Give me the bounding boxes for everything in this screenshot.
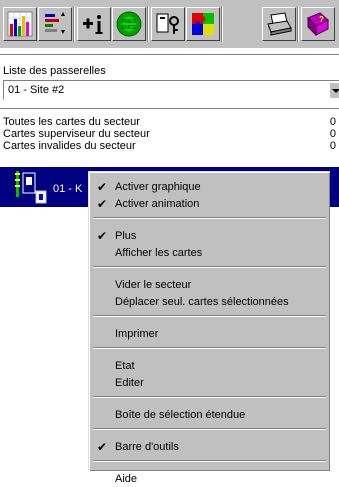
menu-item[interactable]: Editer: [89, 375, 330, 391]
menu-separator: [93, 266, 326, 268]
sort-list-icon[interactable]: [38, 7, 72, 41]
stat-label: Toutes les cartes du secteur: [3, 116, 140, 128]
menu-item-label: Plus: [115, 230, 137, 242]
check-icon: ✔: [97, 180, 108, 194]
menu-item[interactable]: Boîte de sélection étendue: [89, 407, 330, 423]
menu-separator: [93, 460, 326, 462]
gateway-select[interactable]: 01 - Site #2: [3, 80, 339, 100]
menu-item[interactable]: Aide: [89, 471, 330, 487]
menu-item-label: Imprimer: [115, 328, 159, 340]
stat-value: 0: [329, 140, 336, 152]
menu-item-label: Editer: [115, 377, 144, 389]
menu-item-label: Activer graphique: [115, 181, 201, 193]
menu-item[interactable]: ✔ Plus: [89, 228, 330, 244]
divider: [0, 108, 339, 109]
toolbar-separator: [297, 6, 299, 42]
menu-separator: [93, 347, 326, 349]
stat-row: Cartes invalides du secteur 0: [3, 140, 336, 152]
help-book-icon[interactable]: ?: [301, 7, 335, 41]
stat-value: 0: [329, 128, 336, 140]
menu-item-label: Etat: [115, 360, 135, 372]
menu-item[interactable]: ✔ Activer animation: [89, 196, 330, 212]
menu-item-label: Aide: [115, 473, 138, 485]
check-icon: ✔: [97, 229, 108, 243]
menu-item[interactable]: Imprimer: [89, 326, 330, 342]
bar-chart-icon[interactable]: [3, 7, 37, 41]
context-menu: ✔ Activer graphique ✔ Activer animation ✔ Plu…: [88, 171, 330, 485]
check-icon: ✔: [97, 440, 108, 454]
menu-separator: [93, 315, 326, 317]
menu-separator: [93, 428, 326, 430]
menu-item-label: Vider le secteur: [115, 279, 192, 291]
menu-separator: [93, 217, 326, 219]
menu-separator: [93, 396, 326, 398]
menu-item[interactable]: ✔ Activer graphique: [89, 179, 330, 195]
menu-item[interactable]: Vider le secteur: [89, 277, 330, 293]
stat-row: Toutes les cartes du secteur 0: [3, 116, 336, 128]
menu-item-label: Activer animation: [115, 198, 200, 210]
menu-item[interactable]: Afficher les cartes: [89, 245, 330, 261]
stat-label: Cartes superviseur du secteur: [3, 128, 150, 140]
gateway-select-value: 01 - Site #2: [8, 84, 65, 96]
svg-text:?: ?: [319, 15, 324, 24]
cards-key-icon[interactable]: [151, 7, 185, 41]
menu-item-label: Boîte de sélection étendue: [115, 409, 246, 421]
stat-row: Cartes superviseur du secteur 0: [3, 128, 336, 140]
globe-text-line2: ENCE: [121, 25, 137, 31]
toolbar-separator: [147, 6, 149, 42]
puzzle-map-icon[interactable]: [186, 7, 220, 41]
toolbar-separator: [73, 6, 75, 42]
divider: [0, 54, 339, 55]
printer-icon[interactable]: [262, 7, 296, 41]
chevron-down-icon[interactable]: [329, 82, 339, 98]
menu-item-label: Afficher les cartes: [115, 247, 203, 259]
menu-item[interactable]: ✔ Barre d'outils: [89, 439, 330, 455]
sector-label: 01 - K: [53, 183, 83, 195]
stat-value: 0: [329, 116, 336, 128]
presence-globe-icon[interactable]: PRES ENCE: [112, 7, 146, 41]
add-info-icon[interactable]: [77, 7, 111, 41]
toolbar: PRES ENCE ?: [0, 0, 339, 48]
toolbar-separator: [221, 6, 223, 42]
stat-label: Cartes invalides du secteur: [3, 140, 136, 152]
menu-item[interactable]: Etat: [89, 358, 330, 374]
menu-item[interactable]: Déplacer seul. cartes sélectionnées: [89, 294, 330, 310]
check-icon: ✔: [97, 197, 108, 211]
menu-item-label: Déplacer seul. cartes sélectionnées: [115, 296, 289, 308]
sector-device-icon: [15, 171, 47, 204]
gateway-list-label: Liste des passerelles: [3, 65, 106, 77]
menu-item-label: Barre d'outils: [115, 441, 179, 453]
